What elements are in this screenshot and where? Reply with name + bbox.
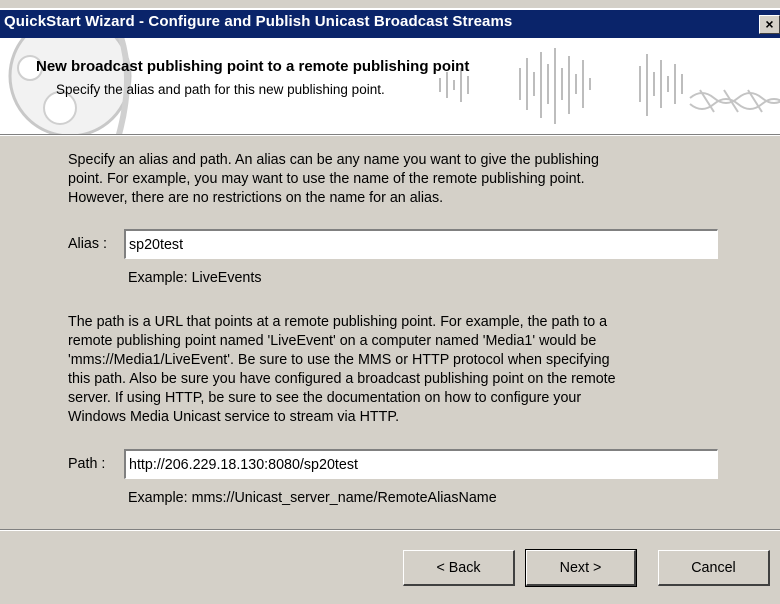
window-title: QuickStart Wizard - Configure and Publis… [4,13,513,30]
path-input[interactable] [124,449,718,479]
header-divider [0,134,780,136]
back-button[interactable]: < Back [403,550,515,586]
header-title: New broadcast publishing point to a remo… [36,58,470,75]
alias-input[interactable] [124,229,718,259]
close-icon: × [765,16,774,32]
path-description: The path is a URL that points at a remot… [68,314,616,425]
alias-label: Alias : [68,236,107,252]
path-example: Example: mms://Unicast_server_name/Remot… [128,490,497,506]
path-label: Path : [68,456,106,472]
wizard-window: QuickStart Wizard - Configure and Publis… [0,0,780,604]
alias-description: Specify an alias and path. An alias can … [68,152,599,206]
cancel-button[interactable]: Cancel [658,550,770,586]
next-button[interactable]: Next > [525,549,637,587]
close-button[interactable]: × [759,15,780,34]
footer-divider [0,529,780,531]
header-banner: New broadcast publishing point to a remo… [0,38,780,134]
title-bar[interactable]: QuickStart Wizard - Configure and Publis… [0,8,780,38]
alias-example: Example: LiveEvents [128,270,262,286]
header-subtitle: Specify the alias and path for this new … [56,82,385,97]
